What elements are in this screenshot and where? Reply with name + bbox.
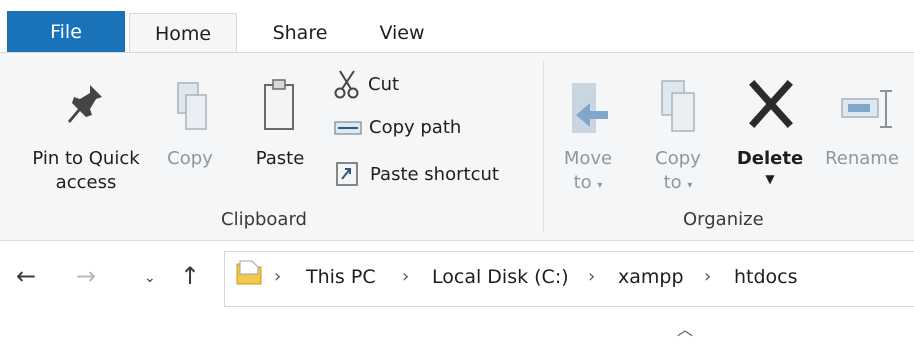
copy-button[interactable]: Copy: [162, 75, 218, 185]
copy-to-icon: [661, 80, 695, 132]
back-button[interactable]: ←: [16, 262, 36, 290]
cut-label: Cut: [368, 73, 400, 95]
breadcrumb-separator: ›: [704, 266, 712, 287]
breadcrumb-separator: ›: [274, 266, 282, 287]
forward-button[interactable]: →: [76, 262, 96, 290]
tab-file-label: File: [50, 21, 82, 43]
pin-label-line1: Pin to Quick: [32, 148, 140, 169]
chevron-down-icon: ⌄: [144, 270, 156, 286]
back-arrow-icon: ←: [16, 262, 37, 290]
delete-button[interactable]: Delete ▼: [734, 75, 806, 205]
cut-button[interactable]: Cut: [334, 69, 399, 99]
forward-arrow-icon: →: [76, 262, 97, 290]
tab-view-label: View: [379, 22, 425, 44]
tab-share[interactable]: Share: [246, 13, 354, 53]
tab-share-label: Share: [272, 22, 328, 44]
move-to-button[interactable]: Move to ▾: [558, 75, 618, 195]
paste-shortcut-icon: [336, 162, 358, 186]
ribbon-tab-strip: File Home Share View: [0, 0, 914, 53]
pin-icon: [68, 85, 102, 123]
copy-path-icon: [334, 120, 362, 135]
move-to-dropdown-icon: ▾: [597, 180, 603, 191]
tab-view[interactable]: View: [356, 13, 448, 53]
recent-locations-button[interactable]: ⌄: [144, 270, 156, 286]
breadcrumb-separator: ›: [402, 266, 410, 287]
copy-path-label: Copy path: [369, 117, 462, 138]
copy-to-label-line1: Copy: [655, 148, 701, 169]
ribbon-home: Pin to Quick access Copy Paste Cut Copy …: [0, 53, 914, 241]
clipboard-icon: [264, 79, 294, 130]
group-divider: [543, 61, 544, 233]
scissors-icon: [334, 70, 359, 99]
breadcrumb-local-disk[interactable]: Local Disk (C:): [432, 266, 569, 288]
organize-group-label: Organize: [683, 209, 764, 230]
copy-to-button[interactable]: Copy to ▾: [646, 75, 710, 195]
copy-to-label-line2: to: [663, 172, 682, 193]
tab-home[interactable]: Home: [129, 13, 237, 53]
rename-button[interactable]: Rename: [814, 75, 910, 185]
tab-home-label: Home: [154, 22, 212, 45]
delete-x-icon: [749, 80, 793, 128]
breadcrumb-htdocs[interactable]: htdocs: [734, 266, 798, 288]
delete-dropdown-icon: ▼: [765, 172, 775, 186]
paste-shortcut-label: Paste shortcut: [370, 163, 499, 185]
copy-label: Copy: [167, 148, 213, 169]
breadcrumb-this-pc[interactable]: This PC: [306, 266, 376, 288]
up-arrow-icon: ↑: [180, 262, 201, 290]
copy-to-dropdown-icon: ▾: [687, 180, 693, 191]
pin-to-quick-access-button[interactable]: Pin to Quick access: [16, 75, 156, 195]
folder-icon: [236, 260, 262, 285]
copy-path-button[interactable]: Copy path: [334, 117, 461, 138]
move-to-label-line1: Move: [563, 148, 613, 169]
clipboard-group-label: Clipboard: [221, 209, 307, 230]
rename-label: Rename: [825, 148, 899, 169]
tab-file[interactable]: File: [7, 11, 125, 53]
paste-button[interactable]: Paste: [244, 75, 316, 185]
move-to-label-line2: to: [573, 172, 592, 193]
rename-icon: [841, 90, 892, 128]
breadcrumb-xampp[interactable]: xampp: [618, 266, 684, 288]
move-to-icon: [572, 83, 608, 133]
breadcrumb-separator: ›: [588, 266, 596, 287]
paste-label: Paste: [255, 148, 305, 169]
collapse-chevron-up-icon[interactable]: ︿: [677, 316, 693, 340]
pin-label-line2: access: [55, 172, 117, 193]
up-button[interactable]: ↑: [180, 262, 200, 290]
paste-shortcut-button[interactable]: Paste shortcut: [334, 161, 499, 187]
copy-icon: [177, 82, 207, 130]
